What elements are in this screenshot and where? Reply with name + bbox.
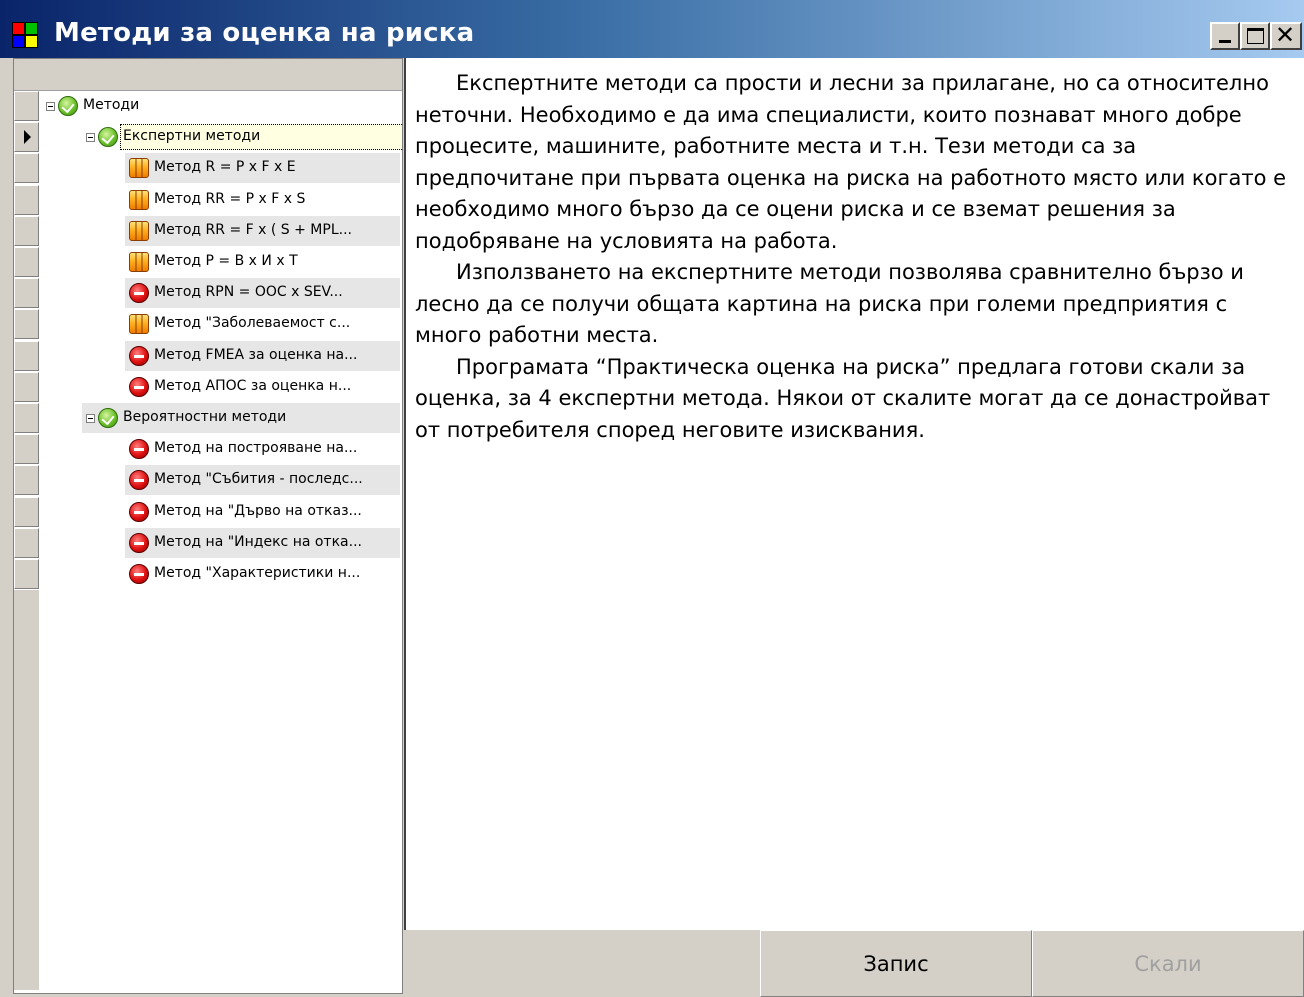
stop-icon — [129, 501, 149, 522]
tree-node-label: Експертни методи — [123, 128, 261, 145]
stop-icon — [129, 283, 149, 304]
tree-node-label: Метод на "Индекс на отка... — [154, 533, 362, 550]
check-icon — [98, 408, 118, 428]
collapse-toggle-icon[interactable] — [86, 133, 95, 143]
row-header-cell[interactable] — [14, 309, 39, 340]
current-row-arrow-icon — [24, 130, 31, 145]
close-button[interactable]: ✕ — [1270, 21, 1302, 50]
orange-method-icon — [129, 252, 149, 272]
check-icon — [98, 127, 118, 148]
stop-icon — [129, 345, 149, 366]
orange-method-icon — [129, 158, 149, 179]
stop-icon — [129, 532, 149, 553]
tree-node[interactable]: Метод R = P x F x E — [125, 153, 400, 184]
row-header-cell[interactable] — [14, 184, 39, 215]
collapse-toggle-icon[interactable] — [46, 102, 55, 111]
row-header-cell[interactable] — [14, 371, 39, 402]
tree-node[interactable]: Метод "Характеристики н... — [125, 559, 400, 589]
description-paragraph: Програмата “Практическа оценка на риска”… — [415, 354, 1271, 442]
stop-icon — [129, 470, 149, 491]
description-paragraph: Експертните методи са прости и лесни за … — [415, 71, 1287, 253]
check-icon — [58, 96, 78, 116]
title-bar[interactable]: Методи за оценка на риска ✕ — [0, 0, 1304, 58]
description-paragraph: Използването на експертните методи позво… — [415, 260, 1244, 347]
tree-node-label: Метод FMEA за оценка на... — [154, 346, 358, 363]
row-header-filler — [14, 590, 39, 991]
tree-node[interactable]: Метод RR = P x F x S — [125, 185, 400, 215]
grid-column-header — [14, 59, 402, 91]
tree-node[interactable]: Метод "Заболеваемост с... — [125, 309, 400, 339]
tree-node-label: Методи — [83, 97, 140, 113]
tree-node-label: Метод "Характеристики н... — [154, 565, 361, 581]
tree-node-label: Метод на построяване на... — [154, 440, 358, 457]
minimize-button[interactable] — [1210, 22, 1240, 50]
orange-method-icon — [129, 314, 149, 335]
tree-node[interactable]: Метод P = В x И x Т — [125, 247, 400, 277]
stop-icon — [129, 439, 149, 460]
tree-node-label: Метод RR = P x F x S — [154, 190, 306, 207]
tree-node-label: Метод P = В x И x Т — [154, 253, 298, 269]
tree-node[interactable]: Експертни методи — [82, 122, 402, 152]
description-text: Експертните методи са прости и лесни за … — [415, 68, 1295, 928]
tree-node[interactable]: Метод RPN = ООС x SEV... — [125, 278, 400, 309]
window-title: Методи за оценка на риска — [54, 18, 475, 48]
tree-node[interactable]: Метод на построяване на... — [125, 434, 400, 464]
tree-node-label: Метод R = P x F x E — [154, 159, 296, 176]
row-header-cell[interactable] — [14, 278, 39, 309]
tree-node-label: Вероятностни методи — [123, 409, 287, 425]
tree-node-label: Метод АПОС за оценка н... — [154, 377, 352, 394]
tree-node-label: Метод RR = F x ( S + MPL... — [154, 221, 352, 238]
orange-method-icon — [129, 189, 149, 210]
row-header-cell[interactable] — [14, 340, 39, 371]
row-header-cell[interactable] — [14, 465, 39, 496]
row-header-cell[interactable] — [14, 434, 39, 465]
maximize-icon — [1247, 28, 1264, 44]
row-header-column — [14, 90, 40, 991]
methods-tree-panel[interactable]: Методи Експертни методи Метод R = P x F x … — [13, 58, 403, 994]
tree-node[interactable]: Метод на "Индекс на отка... — [125, 527, 400, 558]
minimize-icon — [1219, 40, 1231, 43]
tree-node-label: Метод "Заболеваемост с... — [154, 315, 351, 332]
maximize-button[interactable] — [1240, 22, 1270, 50]
stop-icon — [129, 564, 149, 584]
scales-button[interactable]: Скали — [1032, 930, 1304, 997]
stop-icon — [129, 376, 149, 397]
row-header-cell[interactable] — [14, 153, 39, 184]
row-header-cell[interactable] — [14, 527, 39, 558]
tree-node[interactable]: Метод RR = F x ( S + MPL... — [125, 215, 400, 246]
close-icon: ✕ — [1275, 21, 1296, 49]
tree-node[interactable]: Методи — [42, 91, 400, 121]
row-header-cell[interactable] — [14, 247, 39, 277]
tree-node[interactable]: Метод АПОС за оценка н... — [125, 372, 400, 402]
tree-node-label: Метод на "Дърво на отказ... — [154, 502, 362, 519]
tree-node-label: Метод RPN = ООС x SEV... — [154, 284, 343, 301]
save-button[interactable]: Запис — [760, 930, 1032, 997]
row-header-cell[interactable] — [14, 215, 39, 246]
tree-node[interactable]: Метод на "Дърво на отказ... — [125, 497, 400, 527]
row-header-cell[interactable] — [14, 403, 39, 433]
row-header-cell[interactable] — [14, 122, 39, 153]
row-header-cell[interactable] — [14, 496, 39, 527]
tree-node[interactable]: Вероятностни методи — [82, 403, 400, 433]
tree-node[interactable]: Метод "Събития - последс... — [125, 465, 400, 496]
row-header-cell[interactable] — [14, 559, 39, 589]
tree-node[interactable]: Метод FMEA за оценка на... — [125, 340, 400, 371]
tree-node-label: Метод "Събития - последс... — [154, 471, 363, 488]
row-header-cell[interactable] — [14, 91, 39, 121]
collapse-toggle-icon[interactable] — [86, 414, 95, 423]
app-icon — [12, 22, 38, 50]
orange-method-icon — [129, 220, 149, 241]
